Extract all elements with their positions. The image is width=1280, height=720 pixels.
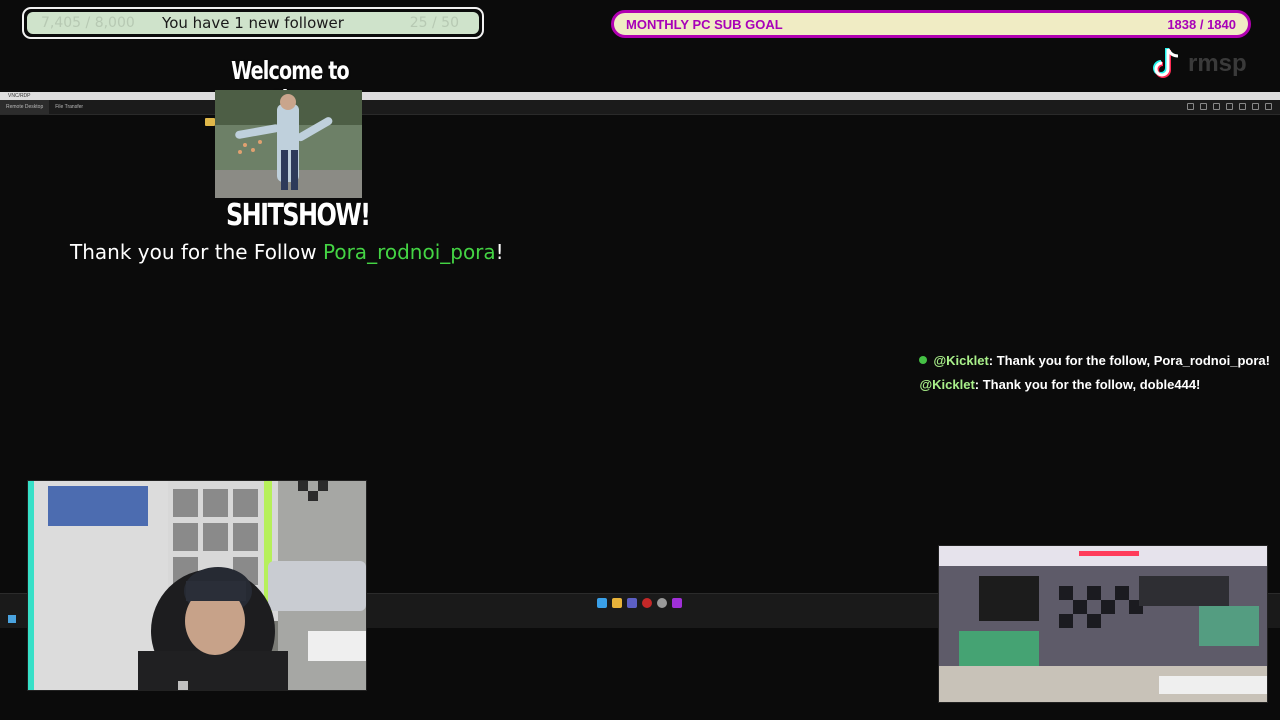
- taskbar-icons: [597, 598, 682, 608]
- chat-text: : Thank you for the follow, doble444!: [974, 376, 1201, 392]
- monitor-icon[interactable]: [1200, 103, 1207, 110]
- remote-desktop-toolbar: Remote Desktop File Transfer: [0, 100, 1280, 115]
- record-icon[interactable]: [1239, 103, 1246, 110]
- tab-remote-desktop[interactable]: Remote Desktop: [0, 100, 50, 114]
- windows-start-icon[interactable]: [597, 598, 607, 608]
- sub-goal-progress: 1838 / 1840: [1167, 16, 1236, 32]
- remote-desktop-title: VNC/RDP: [8, 93, 31, 99]
- keyboard-icon[interactable]: [1213, 103, 1220, 110]
- chat-overlay: @Kicklet : Thank you for the follow, Por…: [919, 348, 1270, 396]
- tiktok-icon: [1153, 48, 1179, 78]
- verified-icon: [919, 356, 928, 364]
- follower-alert-message: You have 1 new follower: [162, 14, 344, 32]
- file-explorer-icon[interactable]: [612, 598, 622, 608]
- webcam-streamer: [27, 480, 367, 691]
- start-menu-icon[interactable]: [8, 615, 16, 623]
- settings-app-icon[interactable]: [657, 598, 667, 608]
- remote-desktop-titlebar: VNC/RDP: [0, 92, 1280, 100]
- tab-file-transfer[interactable]: File Transfer: [49, 100, 89, 114]
- close-icon[interactable]: [1265, 103, 1272, 110]
- chat-message: @Kicklet : Thank you for the follow, dob…: [919, 372, 1270, 396]
- follow-thanks-suffix: !: [495, 240, 504, 264]
- chat-username: @Kicklet: [919, 376, 975, 392]
- follower-name: Pora_rodnoi_pora: [323, 240, 496, 264]
- tiktok-watermark: rmsp: [1150, 46, 1247, 82]
- purple-app-icon[interactable]: [672, 598, 682, 608]
- sub-goal-bar: MONTHLY PC SUB GOAL 1838 / 1840: [611, 10, 1251, 38]
- record-app-icon[interactable]: [642, 598, 652, 608]
- teams-icon[interactable]: [627, 598, 637, 608]
- follow-thanks-prefix: Thank you for the Follow: [70, 240, 323, 264]
- webcam-studio: [938, 545, 1268, 703]
- settings-icon[interactable]: [1187, 103, 1194, 110]
- sub-goal-label: MONTHLY PC SUB GOAL: [626, 16, 783, 32]
- meme-photo: [215, 90, 362, 198]
- follow-thanks-alert: Thank you for the Follow Pora_rodnoi_por…: [70, 240, 504, 264]
- meme-bottom-text: SHITSHOW!: [226, 198, 371, 233]
- follower-alert-inner: 7,405 / 8,000 You have 1 new follower 25…: [27, 12, 479, 34]
- chat-text: : Thank you for the follow, Pora_rodnoi_…: [988, 352, 1270, 368]
- follower-alert-banner: 7,405 / 8,000 You have 1 new follower 25…: [22, 7, 484, 39]
- welcome-meme: Welcome to the SHITSHOW!: [210, 56, 371, 238]
- chat-username: @Kicklet: [933, 352, 989, 368]
- fullscreen-icon[interactable]: [1252, 103, 1259, 110]
- chat-icon[interactable]: [1226, 103, 1233, 110]
- chat-message: @Kicklet : Thank you for the follow, Por…: [919, 348, 1270, 372]
- tiktok-handle: rmsp: [1188, 50, 1247, 77]
- remote-desktop-tool-icons: [1187, 103, 1272, 110]
- follower-ghost-right: 25 / 50: [409, 15, 459, 31]
- follower-ghost-left: 7,405 / 8,000: [41, 15, 135, 31]
